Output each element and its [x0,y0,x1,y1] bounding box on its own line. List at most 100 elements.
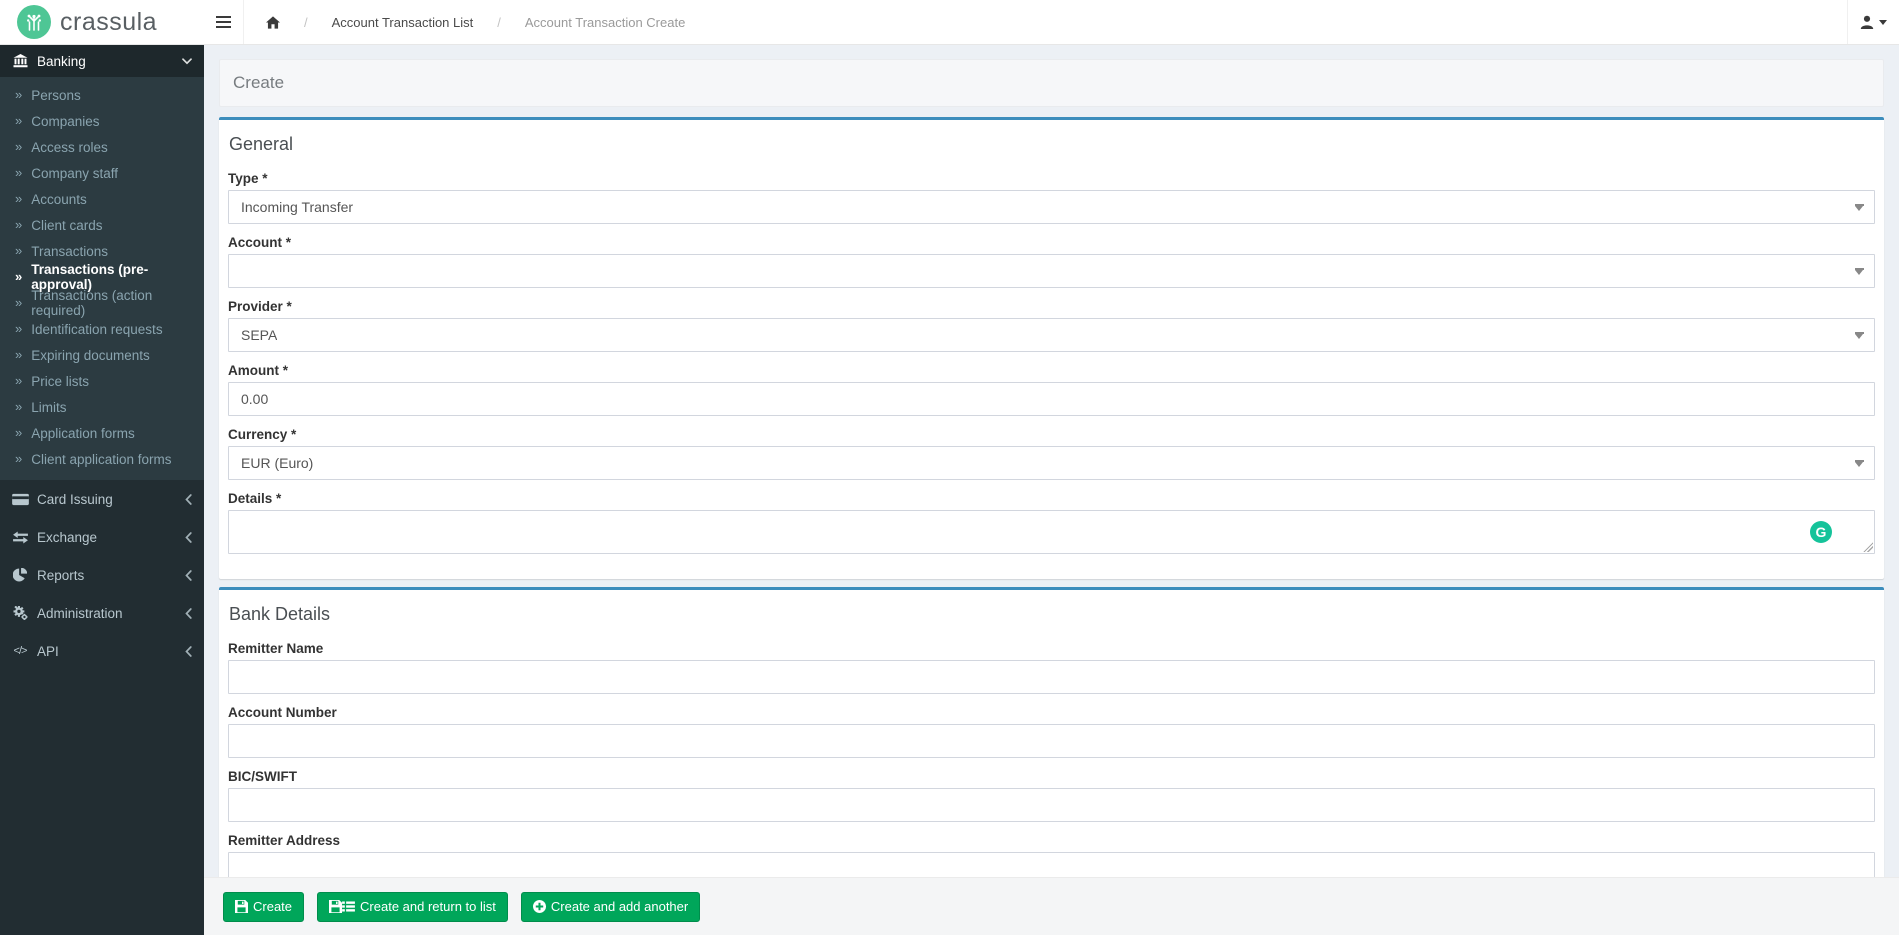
sidebar-item-client-cards[interactable]: » Client cards [0,212,204,238]
sidebar-item-application-forms[interactable]: »Application forms [0,420,204,446]
currency-select[interactable]: EUR (Euro) [228,446,1875,480]
amount-input[interactable]: 0.00 [228,382,1875,416]
sidebar-item-identification-requests[interactable]: »Identification requests [0,316,204,342]
sidebar-section-administration[interactable]: Administration [0,594,204,632]
sidebar-item-transactions-action-required[interactable]: » Transactions (action required) [0,290,204,316]
bank-details-panel: Bank DetailsRemitter NameAccount NumberB… [219,587,1884,911]
sidebar-item-label: Companies [31,114,99,129]
sidebar: Banking»Persons»Companies»Access roles»C… [0,45,204,935]
angle-double-right-icon: » [15,140,22,153]
sidebar-item-limits[interactable]: » Limits [0,394,204,420]
remitter-name-input[interactable] [228,660,1875,694]
sidebar-item-label: Limits [31,400,66,415]
breadcrumb-current: Account Transaction Create [525,15,685,30]
breadcrumb: / Account Transaction List / Account Tra… [244,0,1847,44]
home-icon[interactable] [266,16,280,29]
sidebar-item-company-staff[interactable]: » Company staff [0,160,204,186]
sidebar-item-label: Application forms [31,426,135,441]
code-icon: </> [11,645,29,657]
sidebar-item-expiring-documents[interactable]: » Expiring documents [0,342,204,368]
field-label: Provider * [228,299,1875,314]
sidebar-item-label: Expiring documents [31,348,150,363]
breadcrumb-link-account-transaction-list[interactable]: Account Transaction List [332,15,474,30]
angle-double-right-icon: » [15,348,22,361]
angle-double-right-icon: » [15,374,22,387]
caret-down-icon [1855,462,1863,467]
form-actions-bar: Create Create and return to list Create an… [204,877,1899,935]
account-number-input[interactable] [228,724,1875,758]
angle-double-right-icon: » [15,322,22,335]
crassula-logo-icon [17,5,51,39]
button-label: Create and return to list [360,899,496,914]
field-label: Account * [228,235,1875,250]
field-label: Amount * [228,363,1875,378]
sidebar-item-accounts[interactable]: »Accounts [0,186,204,212]
sidebar-item-client-application-forms[interactable]: » Client application forms [0,446,204,472]
sidebar-item-label: Accounts [31,192,87,207]
field-label: Details * [228,491,1875,506]
brand-logo[interactable]: crassula [0,0,204,44]
chevron-left-icon [185,532,192,543]
caret-down-icon [1879,20,1887,25]
sidebar-item-label: Client cards [31,218,102,233]
sidebar-section-reports[interactable]: Reports [0,556,204,594]
grammarly-icon[interactable]: G [1810,521,1832,543]
chevron-left-icon [185,570,192,581]
sidebar-item-label: Persons [31,88,81,103]
sidebar-item-transactions-pre-approval[interactable]: »Transactions (pre-approval) [0,264,204,290]
brand-name: crassula [60,8,157,37]
chevron-left-icon [185,608,192,619]
sidebar-section-card-issuing[interactable]: Card Issuing [0,480,204,518]
sidebar-item-label: Transactions [31,244,108,259]
angle-double-right-icon: » [15,296,22,309]
form-group-amount: Amount * 0.00 [228,363,1875,416]
sidebar-section-label: Card Issuing [37,492,177,507]
chevron-left-icon [185,494,192,505]
angle-double-right-icon: » [15,218,22,231]
provider-select[interactable]: SEPA [228,318,1875,352]
angle-double-right-icon: » [15,166,22,179]
sidebar-section-exchange[interactable]: Exchange [0,518,204,556]
sidebar-item-label: Transactions (action required) [31,288,204,318]
pie-chart-icon [11,568,29,582]
angle-double-right-icon: » [15,88,22,101]
bic-swift-input[interactable] [228,788,1875,822]
field-label: Remitter Name [228,641,1875,656]
exchange-icon [11,531,29,544]
create-and-return-to-list-button[interactable]: Create and return to list [317,892,508,922]
type-select[interactable]: Incoming Transfer [228,190,1875,224]
field-value: SEPA [241,327,277,343]
textarea-resize-handle[interactable] [1862,541,1873,552]
sidebar-item-access-roles[interactable]: »Access roles [0,134,204,160]
credit-card-icon [11,493,29,506]
details-textarea[interactable]: G [228,510,1875,554]
user-menu[interactable] [1847,0,1899,44]
sidebar-item-price-lists[interactable]: »Price lists [0,368,204,394]
angle-double-right-icon: » [15,400,22,413]
caret-down-icon [1855,206,1863,211]
account-select[interactable] [228,254,1875,288]
angle-double-right-icon: » [15,270,22,283]
sidebar-toggle-button[interactable] [204,0,244,44]
form-group-provider: Provider * SEPA [228,299,1875,352]
sidebar-item-label: Company staff [31,166,118,181]
sidebar-item-persons[interactable]: » Persons [0,82,204,108]
create-and-add-another-button[interactable]: Create and add another [521,892,700,922]
sidebar-item-label: Client application forms [31,452,171,467]
field-label: Account Number [228,705,1875,720]
sidebar-section-label: API [37,644,177,659]
create-button[interactable]: Create [223,892,304,922]
section-title: General [229,134,1875,155]
chevron-down-icon [182,58,192,65]
sidebar-section-banking[interactable]: Banking [0,45,204,77]
field-label: Type * [228,171,1875,186]
sidebar-item-companies[interactable]: »Companies [0,108,204,134]
sidebar-item-transactions[interactable]: »Transactions [0,238,204,264]
angle-double-right-icon: » [15,452,22,465]
top-navbar: crassula / Account Transaction List / Ac… [0,0,1899,45]
field-value: Incoming Transfer [241,199,353,215]
chevron-left-icon [185,646,192,657]
breadcrumb-separator: / [483,15,515,30]
sidebar-section-api[interactable]: </> API [0,632,204,670]
main-content: Create General Type * Incoming Transfer Acc… [204,45,1899,935]
